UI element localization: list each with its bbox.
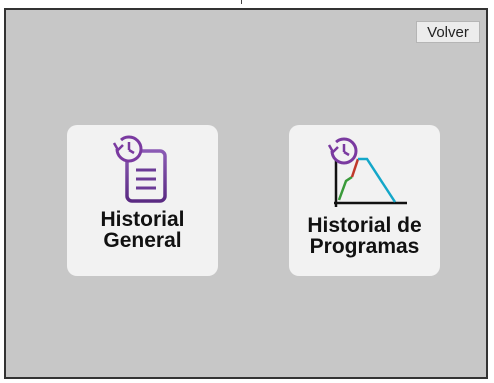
- top-marker: [241, 0, 242, 4]
- main-screen: Volver Historial General Historial de Pr…: [4, 8, 488, 379]
- document-history-icon: [112, 135, 167, 203]
- tile-label-line1: Historial: [100, 208, 185, 231]
- tile-label-line1: Historial de: [307, 214, 422, 237]
- tile-label: Historial de Programas: [289, 215, 440, 257]
- program-history-tile[interactable]: Historial de Programas: [289, 125, 440, 276]
- general-history-tile[interactable]: Historial General: [67, 125, 218, 276]
- tile-label-line2: Programas: [309, 235, 420, 258]
- program-chart-history-icon: [327, 137, 407, 207]
- back-button[interactable]: Volver: [416, 21, 480, 43]
- tile-label-line2: General: [103, 229, 182, 252]
- tile-label: Historial General: [67, 209, 218, 251]
